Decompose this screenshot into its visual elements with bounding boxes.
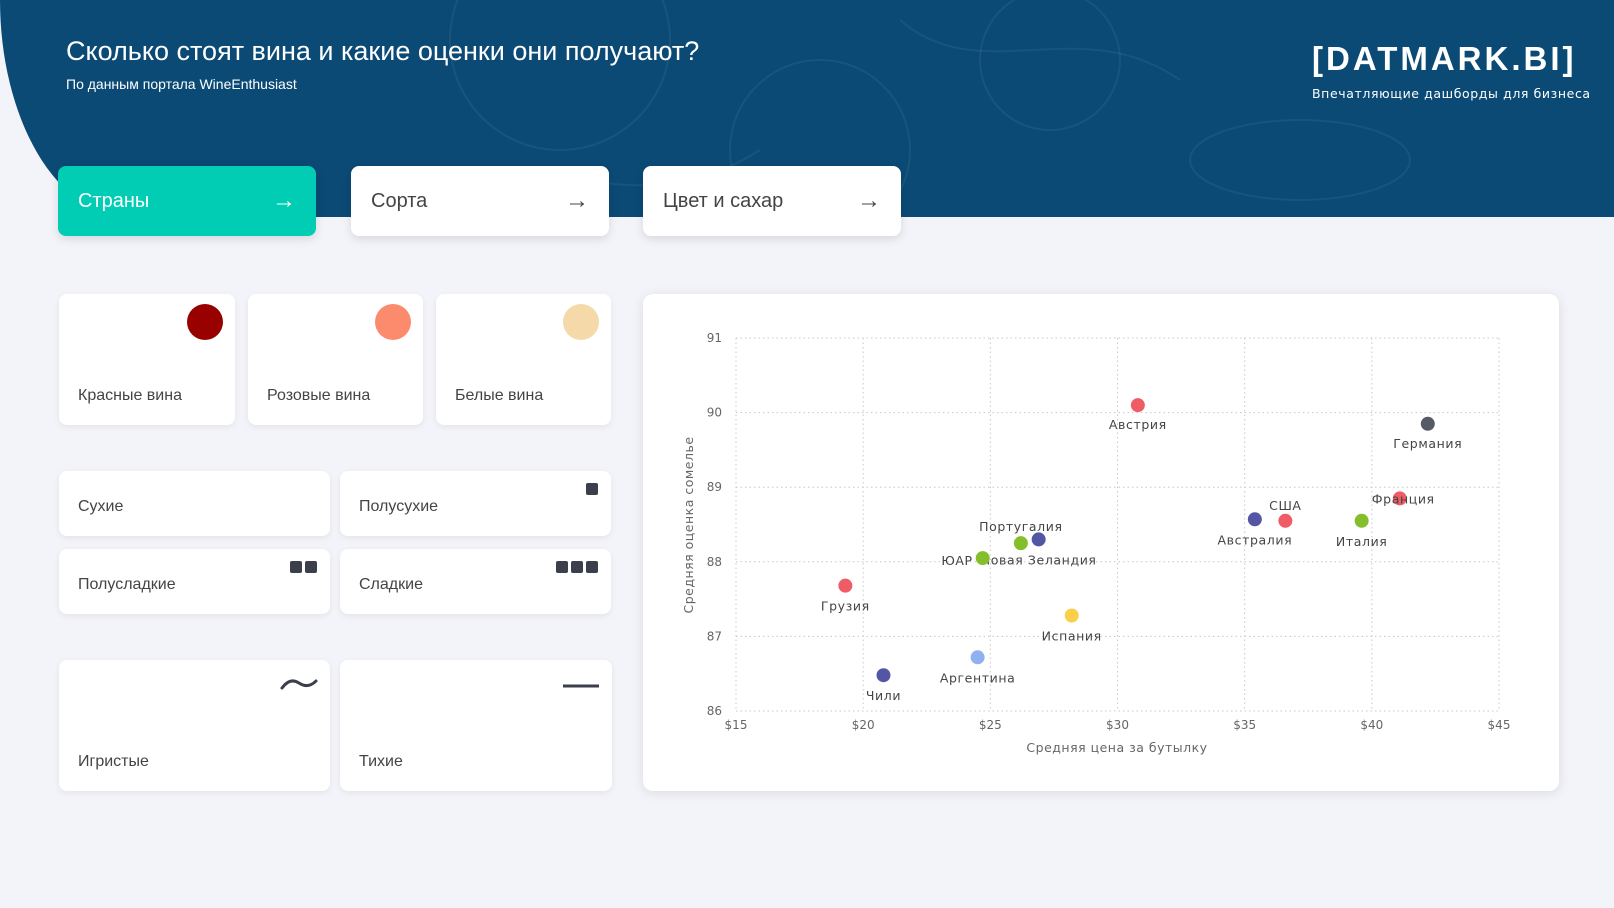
rose-dot-icon bbox=[375, 304, 411, 340]
filter-dry[interactable]: Сухие bbox=[59, 471, 330, 536]
brand-logo: [DATMARK.BI] bbox=[1312, 40, 1577, 77]
data-point[interactable] bbox=[1130, 398, 1145, 413]
point-label: Австралия bbox=[1217, 532, 1292, 547]
chart-grid bbox=[735, 337, 1500, 712]
data-point[interactable] bbox=[1031, 532, 1046, 547]
point-label: США bbox=[1269, 498, 1301, 513]
data-point[interactable] bbox=[1278, 513, 1293, 528]
data-point[interactable] bbox=[876, 668, 891, 683]
filter-white-wine[interactable]: Белые вина bbox=[436, 294, 611, 425]
nav-color-sugar-button[interactable]: Цвет и сахар → bbox=[643, 166, 901, 236]
data-point[interactable] bbox=[1420, 416, 1435, 431]
y-tick-label: 91 bbox=[707, 331, 722, 345]
filter-white-label: Белые вина bbox=[455, 387, 544, 404]
page-subtitle: По данным портала WineEnthusiast bbox=[66, 76, 297, 92]
y-tick-label: 86 bbox=[707, 704, 722, 718]
point-label: Грузия bbox=[821, 599, 870, 614]
x-axis-label: Средняя цена за бутылку bbox=[1026, 740, 1207, 755]
sugar-level-icon bbox=[586, 483, 598, 495]
y-tick-label: 87 bbox=[707, 629, 722, 643]
x-tick-label: $30 bbox=[1106, 718, 1129, 732]
x-tick-label: $40 bbox=[1360, 718, 1383, 732]
point-label: Италия bbox=[1336, 534, 1388, 549]
data-point[interactable] bbox=[970, 650, 985, 665]
x-tick-label: $35 bbox=[1233, 718, 1256, 732]
arrow-right-icon: → bbox=[565, 187, 589, 214]
scatter-chart: 86 87 88 89 90 91 $15 $20 $25 $30 $35 $40 $45 Австр… bbox=[681, 331, 1511, 755]
x-tick-label: $25 bbox=[979, 718, 1002, 732]
filter-sparkling-label: Игристые bbox=[78, 753, 149, 770]
point-label: Германия bbox=[1393, 436, 1462, 451]
filter-sweet[interactable]: Сладкие bbox=[340, 549, 611, 614]
page-title: Сколько стоят вина и какие оценки они по… bbox=[66, 36, 700, 66]
red-dot-icon bbox=[187, 304, 223, 340]
filter-red-wine[interactable]: Красные вина bbox=[59, 294, 235, 425]
filter-sparkling[interactable]: Игристые bbox=[59, 660, 330, 791]
point-label: Аргентина bbox=[940, 670, 1016, 685]
nav-color-sugar-label: Цвет и сахар bbox=[663, 189, 784, 212]
point-label: Франция bbox=[1372, 491, 1435, 506]
filter-semi-sweet-label: Полусладкие bbox=[78, 576, 176, 593]
point-label: Португалия bbox=[979, 519, 1063, 534]
data-point[interactable] bbox=[1013, 536, 1028, 551]
x-tick-label: $15 bbox=[725, 718, 748, 732]
filter-sweet-label: Сладкие bbox=[359, 576, 423, 593]
brand-tagline: Впечатляющие дашборды для бизнеса bbox=[1312, 86, 1591, 101]
wave-icon bbox=[280, 679, 318, 690]
sugar-level-icon bbox=[290, 561, 317, 573]
y-tick-label: 88 bbox=[707, 555, 722, 569]
point-label: Чили bbox=[866, 688, 901, 703]
data-point[interactable] bbox=[975, 551, 990, 566]
nav-varieties-button[interactable]: Сорта → bbox=[351, 166, 609, 236]
data-point[interactable] bbox=[1064, 608, 1079, 623]
point-label: Испания bbox=[1042, 629, 1102, 644]
y-axis-label: Средняя оценка сомелье bbox=[681, 436, 696, 613]
filter-semi-sweet[interactable]: Полусладкие bbox=[59, 549, 330, 614]
y-tick-label: 90 bbox=[707, 406, 722, 420]
filter-dry-label: Сухие bbox=[78, 498, 124, 515]
white-dot-icon bbox=[563, 304, 599, 340]
x-tick-label: $45 bbox=[1488, 718, 1511, 732]
sugar-level-icon bbox=[556, 561, 598, 573]
nav-countries-button[interactable]: Страны → bbox=[58, 166, 316, 236]
point-label: Новая Зеландия bbox=[981, 552, 1097, 567]
arrow-right-icon: → bbox=[272, 187, 296, 214]
flat-line-icon bbox=[563, 684, 599, 688]
y-axis-ticks: 86 87 88 89 90 91 bbox=[707, 331, 722, 718]
filter-semi-dry-label: Полусухие bbox=[359, 498, 439, 515]
filter-still-label: Тихие bbox=[359, 753, 403, 770]
filter-red-label: Красные вина bbox=[78, 387, 182, 404]
point-label: ЮАР bbox=[941, 553, 972, 568]
scatter-chart-card: 86 87 88 89 90 91 $15 $20 $25 $30 $35 $40 $45 Австр… bbox=[643, 294, 1559, 791]
nav-countries-label: Страны bbox=[78, 189, 150, 212]
filter-still[interactable]: Тихие bbox=[340, 660, 612, 791]
filter-rose-wine[interactable]: Розовые вина bbox=[248, 294, 423, 425]
nav-varieties-label: Сорта bbox=[371, 189, 428, 212]
data-point[interactable] bbox=[1247, 512, 1262, 527]
y-tick-label: 89 bbox=[707, 480, 722, 494]
data-point[interactable] bbox=[838, 578, 853, 593]
data-point[interactable] bbox=[1354, 513, 1369, 528]
x-axis-ticks: $15 $20 $25 $30 $35 $40 $45 bbox=[725, 718, 1511, 732]
filter-rose-label: Розовые вина bbox=[267, 387, 371, 404]
point-label: Австрия bbox=[1109, 417, 1167, 432]
x-tick-label: $20 bbox=[852, 718, 875, 732]
chart-points: Австрия Германия Франция США Австралия Италия… bbox=[821, 398, 1462, 703]
arrow-right-icon: → bbox=[857, 187, 881, 214]
filter-semi-dry[interactable]: Полусухие bbox=[340, 471, 611, 536]
